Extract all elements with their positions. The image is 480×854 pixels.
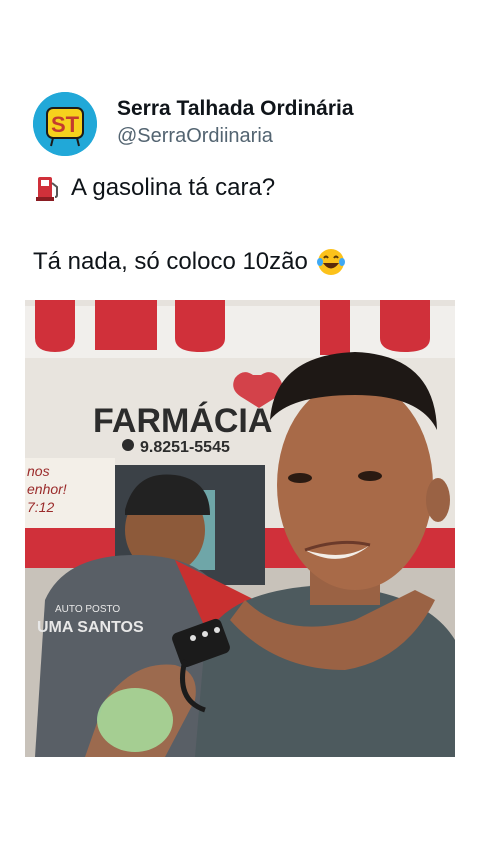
svg-text:enhor!: enhor! (27, 481, 67, 497)
shirt-text-top: AUTO POSTO (55, 604, 120, 615)
avatar[interactable]: ST (33, 92, 97, 156)
pharmacy-sign-text: FARMÁCIA (93, 402, 272, 440)
price-sign-text: nos (27, 463, 50, 479)
tweet-line-2-text: Tá nada, só coloco 10zão (33, 248, 308, 275)
tweet-video[interactable]: FARMÁCIA 9.8251-5545 nos enhor! 7:12 AUT… (25, 300, 455, 757)
avatar-logo-icon: ST (33, 92, 97, 156)
tweet-line-1: A gasolina tá cara? (33, 173, 453, 203)
tweet-header: ST Serra Talhada Ordinária @SerraOrdiina… (33, 92, 453, 158)
fuel-pump-icon (33, 173, 63, 203)
tweet-line-1-text: A gasolina tá cara? (71, 174, 276, 201)
avatar-logo-text: ST (51, 112, 80, 137)
author-display-name[interactable]: Serra Talhada Ordinária (117, 97, 354, 121)
tweet-line-2: Tá nada, só coloco 10zão (33, 247, 453, 277)
author-handle[interactable]: @SerraOrdiinaria (117, 125, 273, 148)
video-frame: FARMÁCIA 9.8251-5545 nos enhor! 7:12 AUT… (25, 300, 455, 757)
laughing-tears-emoji (316, 247, 346, 277)
svg-text:7:12: 7:12 (27, 499, 54, 515)
shirt-text-bottom: UMA SANTOS (37, 619, 144, 636)
pharmacy-phone-text: 9.8251-5545 (140, 439, 230, 456)
tweet-text: A gasolina tá cara? Tá nada, só coloco 1… (33, 173, 453, 277)
